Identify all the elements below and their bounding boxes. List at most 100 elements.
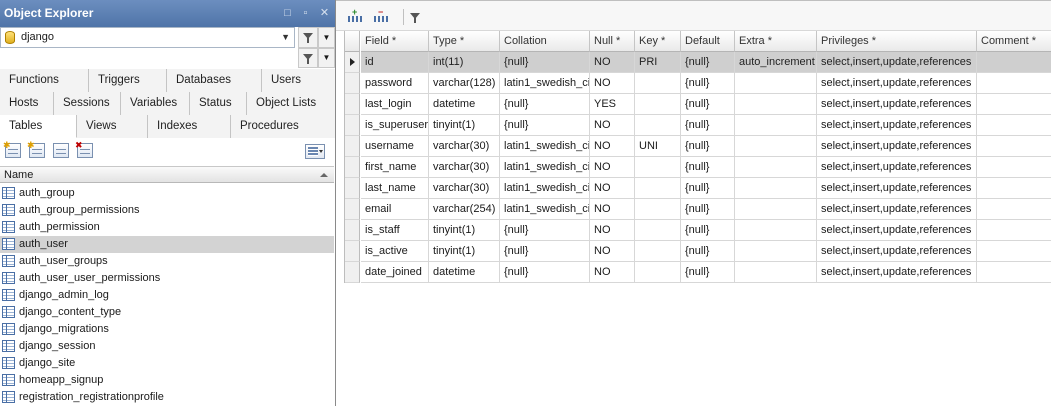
table-row[interactable]: date_joined datetime {null} NO {null} select,…: [345, 262, 1051, 283]
cell-collation[interactable]: {null}: [500, 94, 590, 115]
cell-type[interactable]: tinyint(1): [429, 241, 500, 262]
cell-collation[interactable]: latin1_swedish_ci: [500, 199, 590, 220]
filter-button[interactable]: [298, 27, 318, 48]
table-list-item[interactable]: auth_permission: [0, 219, 334, 236]
cell-extra[interactable]: [735, 241, 817, 262]
cell-extra[interactable]: [735, 136, 817, 157]
restore-icon[interactable]: □: [281, 7, 294, 20]
tab-status[interactable]: Status: [190, 92, 247, 115]
object-filter-button[interactable]: [298, 48, 318, 68]
table-row[interactable]: last_login datetime {null} YES {null} select,…: [345, 94, 1051, 115]
cell-default[interactable]: {null}: [681, 178, 735, 199]
table-list-item[interactable]: auth_group_permissions: [0, 202, 334, 219]
cell-extra[interactable]: [735, 157, 817, 178]
table-list-item[interactable]: django_content_type: [0, 304, 334, 321]
cell-comment[interactable]: [977, 220, 1051, 241]
table-list-item[interactable]: django_migrations: [0, 321, 334, 338]
table-list-item[interactable]: auth_user: [0, 236, 334, 253]
cell-null[interactable]: NO: [590, 199, 635, 220]
table-list-item[interactable]: registration_registrationprofile: [0, 389, 334, 406]
cell-privileges[interactable]: select,insert,update,references: [817, 199, 977, 220]
cell-collation[interactable]: {null}: [500, 241, 590, 262]
cell-null[interactable]: YES: [590, 94, 635, 115]
table-row[interactable]: last_name varchar(30) latin1_swedish_ci NO {…: [345, 178, 1051, 199]
table-list-item[interactable]: auth_user_groups: [0, 253, 334, 270]
tab-tables[interactable]: Tables: [0, 115, 77, 138]
cell-null[interactable]: NO: [590, 178, 635, 199]
cell-privileges[interactable]: select,insert,update,references: [817, 157, 977, 178]
cell-field[interactable]: first_name: [361, 157, 429, 178]
database-select[interactable]: django ▼: [0, 27, 295, 48]
remove-column-icon[interactable]: −: [374, 7, 390, 22]
filter-dropdown-button[interactable]: ▼: [318, 27, 335, 48]
cell-null[interactable]: NO: [590, 157, 635, 178]
tab-hosts[interactable]: Hosts: [0, 92, 54, 115]
column-header-key[interactable]: Key *: [635, 31, 681, 52]
cell-comment[interactable]: [977, 73, 1051, 94]
tab-triggers[interactable]: Triggers: [89, 69, 167, 92]
tab-functions[interactable]: Functions: [0, 69, 89, 92]
cell-field[interactable]: last_name: [361, 178, 429, 199]
column-header-default[interactable]: Default: [681, 31, 735, 52]
cell-collation[interactable]: {null}: [500, 52, 590, 73]
cell-key[interactable]: PRI: [635, 52, 681, 73]
cell-key[interactable]: [635, 262, 681, 283]
table-list-item[interactable]: django_session: [0, 338, 334, 355]
cell-comment[interactable]: [977, 262, 1051, 283]
cell-privileges[interactable]: select,insert,update,references: [817, 262, 977, 283]
cell-null[interactable]: NO: [590, 52, 635, 73]
cell-extra[interactable]: [735, 73, 817, 94]
cell-collation[interactable]: latin1_swedish_ci: [500, 136, 590, 157]
tab-object-lists[interactable]: Object Lists: [247, 92, 335, 115]
tab-users[interactable]: Users: [262, 69, 335, 92]
cell-collation[interactable]: {null}: [500, 220, 590, 241]
row-indicator[interactable]: [345, 262, 360, 283]
table-list-item[interactable]: django_admin_log: [0, 287, 334, 304]
cell-extra[interactable]: [735, 94, 817, 115]
cell-comment[interactable]: [977, 115, 1051, 136]
row-indicator[interactable]: [345, 220, 360, 241]
tab-variables[interactable]: Variables: [121, 92, 190, 115]
cell-type[interactable]: tinyint(1): [429, 115, 500, 136]
row-indicator[interactable]: [345, 136, 360, 157]
table-row[interactable]: is_staff tinyint(1) {null} NO {null} select,i…: [345, 220, 1051, 241]
cell-null[interactable]: NO: [590, 220, 635, 241]
add-column-icon[interactable]: +: [348, 7, 364, 22]
cell-extra[interactable]: [735, 262, 817, 283]
table-row[interactable]: email varchar(254) latin1_swedish_ci NO {nul…: [345, 199, 1051, 220]
table-row[interactable]: first_name varchar(30) latin1_swedish_ci NO…: [345, 157, 1051, 178]
cell-field[interactable]: is_staff: [361, 220, 429, 241]
cell-field[interactable]: username: [361, 136, 429, 157]
cell-key[interactable]: [635, 220, 681, 241]
row-indicator[interactable]: [345, 157, 360, 178]
cell-type[interactable]: varchar(128): [429, 73, 500, 94]
tab-indexes[interactable]: Indexes: [148, 115, 231, 138]
view-mode-icon[interactable]: [305, 144, 325, 159]
row-indicator[interactable]: [345, 94, 360, 115]
column-header-collation[interactable]: Collation: [500, 31, 590, 52]
cell-extra[interactable]: [735, 178, 817, 199]
cell-type[interactable]: varchar(30): [429, 178, 500, 199]
cell-field[interactable]: id: [361, 52, 429, 73]
cell-privileges[interactable]: select,insert,update,references: [817, 220, 977, 241]
cell-field[interactable]: is_superuser: [361, 115, 429, 136]
cell-null[interactable]: NO: [590, 73, 635, 94]
cell-key[interactable]: UNI: [635, 136, 681, 157]
table-row[interactable]: id int(11) {null} NO PRI {null} auto_increment…: [345, 52, 1051, 73]
cell-collation[interactable]: latin1_swedish_ci: [500, 178, 590, 199]
cell-default[interactable]: {null}: [681, 199, 735, 220]
table-list-item[interactable]: homeapp_signup: [0, 372, 334, 389]
table-row[interactable]: is_superuser tinyint(1) {null} NO {null} sele…: [345, 115, 1051, 136]
drop-table-icon[interactable]: ✖: [75, 140, 93, 158]
cell-key[interactable]: [635, 73, 681, 94]
pin-icon[interactable]: ▫: [299, 7, 312, 20]
tab-databases[interactable]: Databases: [167, 69, 262, 92]
cell-type[interactable]: varchar(254): [429, 199, 500, 220]
table-list-item[interactable]: auth_user_user_permissions: [0, 270, 334, 287]
column-header-null[interactable]: Null *: [590, 31, 635, 52]
row-indicator[interactable]: [345, 199, 360, 220]
cell-field[interactable]: email: [361, 199, 429, 220]
table-row[interactable]: username varchar(30) latin1_swedish_ci NO UN…: [345, 136, 1051, 157]
cell-null[interactable]: NO: [590, 136, 635, 157]
cell-type[interactable]: datetime: [429, 262, 500, 283]
